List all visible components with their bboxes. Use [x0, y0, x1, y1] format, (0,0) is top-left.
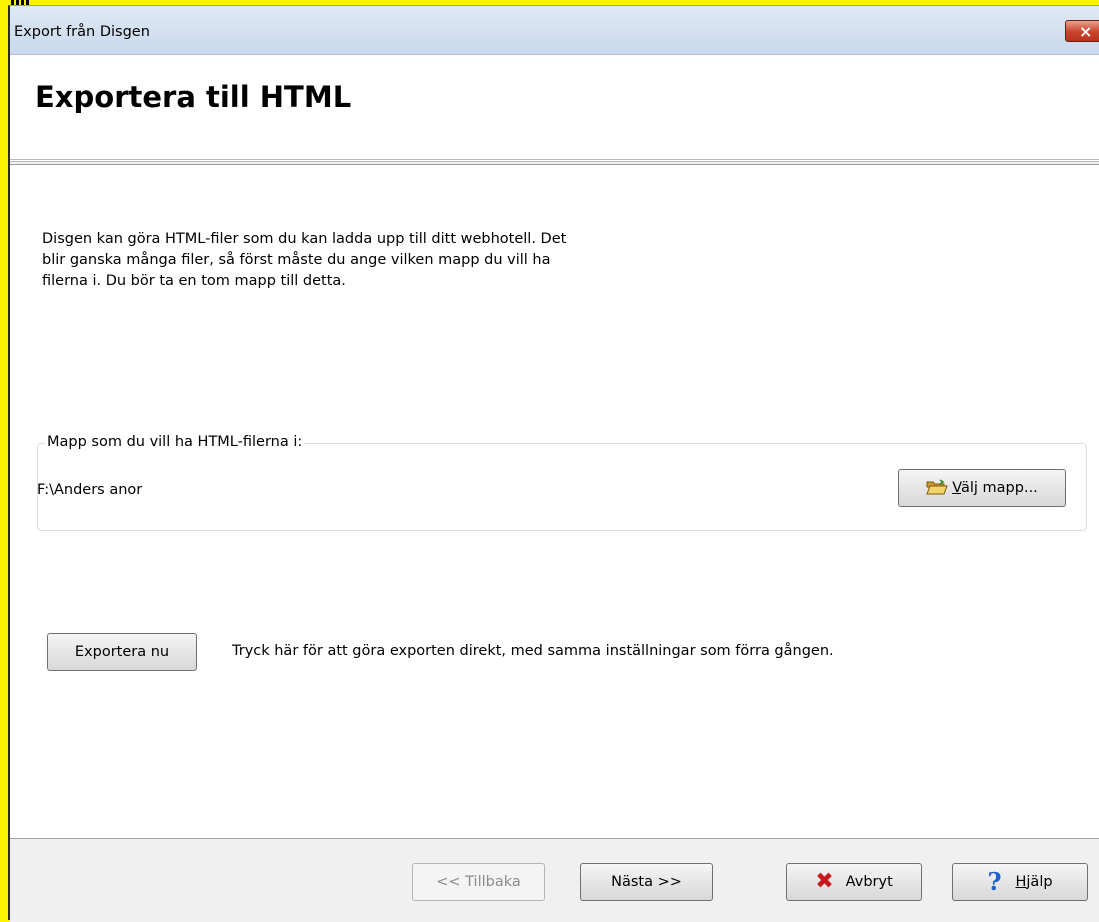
open-folder-icon [926, 479, 948, 495]
choose-folder-label: älj mapp... [960, 480, 1038, 496]
close-icon: × [1079, 22, 1093, 41]
folder-path-value: F:\Anders anor [37, 482, 143, 498]
intro-line: blir ganska många filer, så först måste … [42, 252, 551, 268]
wizard-content: Disgen kan göra HTML-filer som du kan la… [10, 164, 1099, 839]
intro-line: filerna i. Du bör ta en tom mapp till de… [42, 273, 346, 289]
export-now-description: Tryck här för att göra exporten direkt, … [232, 643, 834, 659]
choose-folder-button[interactable]: Välj mapp... [898, 469, 1066, 507]
cancel-label: Avbryt [845, 874, 893, 890]
question-mark-icon: ? [987, 867, 1002, 896]
window-title: Export från Disgen [14, 24, 150, 40]
help-label: jälp [1026, 874, 1053, 890]
wizard-header: Exportera till HTML [10, 55, 1099, 162]
help-accel: H [1015, 874, 1027, 890]
folder-groupbox: Mapp som du vill ha HTML-filerna i: F:\A… [37, 434, 1087, 531]
back-button[interactable]: << Tillbaka [412, 863, 545, 901]
folder-path-text: F:\Anders anor [37, 482, 142, 498]
page-title: Exportera till HTML [35, 80, 352, 114]
next-button[interactable]: Nästa >> [580, 863, 713, 901]
help-button[interactable]: ? Hjälp [952, 863, 1088, 901]
choose-folder-accel: V [952, 480, 961, 496]
export-dialog: Export från Disgen × Exportera till HTML… [8, 5, 1099, 922]
export-now-button[interactable]: Exportera nu [47, 633, 197, 671]
folder-group-label: Mapp som du vill ha HTML-filerna i: [45, 434, 305, 450]
cancel-button[interactable]: ✖ Avbryt [786, 863, 922, 901]
title-bar[interactable]: Export från Disgen × [10, 6, 1099, 55]
red-x-icon: ✖ [815, 869, 834, 894]
close-button[interactable]: × [1065, 20, 1099, 42]
wizard-footer: << Tillbaka Nästa >> ✖ Avbryt ? Hjälp [10, 838, 1099, 922]
intro-text: Disgen kan göra HTML-filer som du kan la… [42, 229, 702, 292]
intro-line: Disgen kan göra HTML-filer som du kan la… [42, 231, 567, 247]
